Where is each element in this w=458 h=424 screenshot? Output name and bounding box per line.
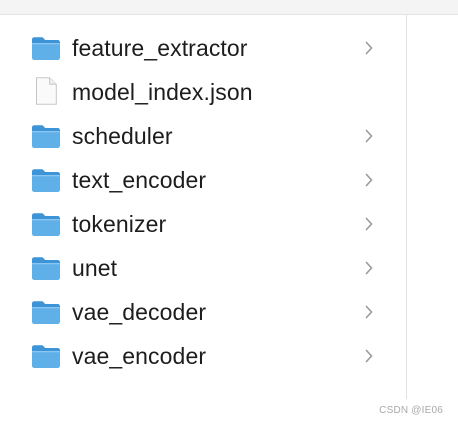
toolbar-strip [0,0,458,15]
chevron-right-icon[interactable] [364,305,374,319]
list-item[interactable]: feature_extractor [0,26,406,70]
folder-icon [31,33,61,61]
folder-icon [31,297,61,325]
folder-icon [31,253,61,281]
chevron-right-icon[interactable] [364,41,374,55]
watermark: CSDN @IE06 [379,405,443,416]
item-label: vae_encoder [72,343,207,369]
folder-icon [31,165,61,193]
folder-icon [31,121,61,149]
item-label: text_encoder [72,167,207,193]
item-label: unet [72,255,118,281]
list-item[interactable]: model_index.json [0,70,406,114]
list-item[interactable]: vae_decoder [0,290,406,334]
chevron-right-icon[interactable] [364,129,374,143]
chevron-right-icon[interactable] [364,261,374,275]
list-item[interactable]: scheduler [0,114,406,158]
document-icon [31,77,61,105]
item-label: scheduler [72,123,173,149]
chevron-right-icon[interactable] [364,173,374,187]
folder-icon [31,209,61,237]
list-item[interactable]: text_encoder [0,158,406,202]
item-label: tokenizer [72,211,167,237]
list-item[interactable]: tokenizer [0,202,406,246]
item-label: vae_decoder [72,299,207,325]
item-label: feature_extractor [72,35,248,61]
preview-column [407,15,458,399]
chevron-right-icon[interactable] [364,349,374,363]
file-list: feature_extractor model_index.json sched… [0,26,406,378]
list-item[interactable]: vae_encoder [0,334,406,378]
list-item[interactable]: unet [0,246,406,290]
folder-icon [31,341,61,369]
chevron-right-icon[interactable] [364,217,374,231]
item-label: model_index.json [72,79,253,105]
